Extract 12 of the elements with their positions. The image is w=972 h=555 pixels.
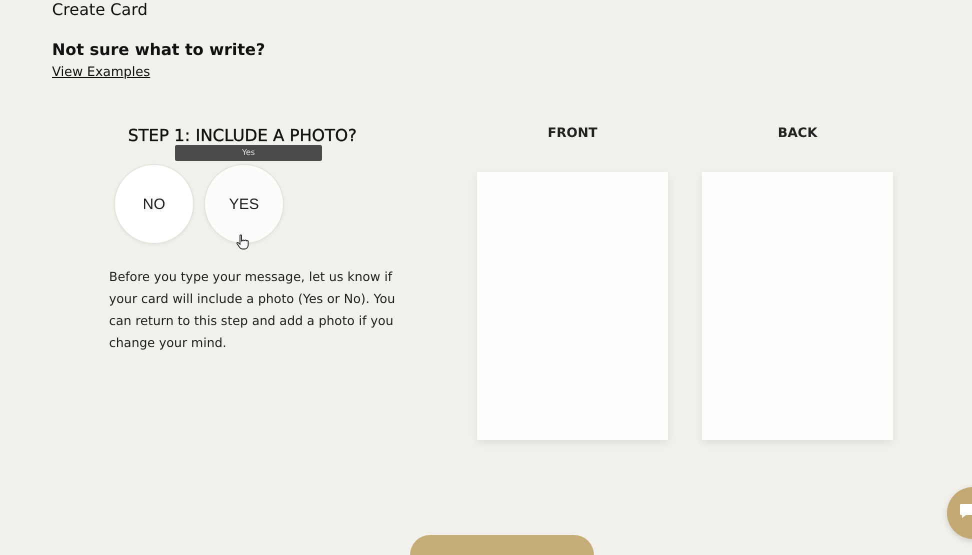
option-button[interactable]: YES	[204, 164, 284, 244]
preview-label: BACK	[778, 126, 818, 142]
preview-label: FRONT	[548, 126, 598, 142]
step-description: Before you type your message, let us know if your card will include a photo (Yes or No). You can return to this step and add a photo if you change your mind.	[109, 268, 396, 352]
help-heading: Not sure what to write?	[52, 40, 266, 59]
view-examples-link[interactable]: View Examples	[52, 65, 150, 80]
hand-cursor-icon	[236, 234, 250, 250]
chat-bubble-icon	[959, 503, 972, 519]
page-title: Create Card	[52, 2, 148, 18]
tooltip: Yes	[175, 145, 322, 161]
step-title: STEP 1: INCLUDE A PHOTO?	[128, 126, 357, 146]
option-button[interactable]: NO	[114, 164, 194, 244]
